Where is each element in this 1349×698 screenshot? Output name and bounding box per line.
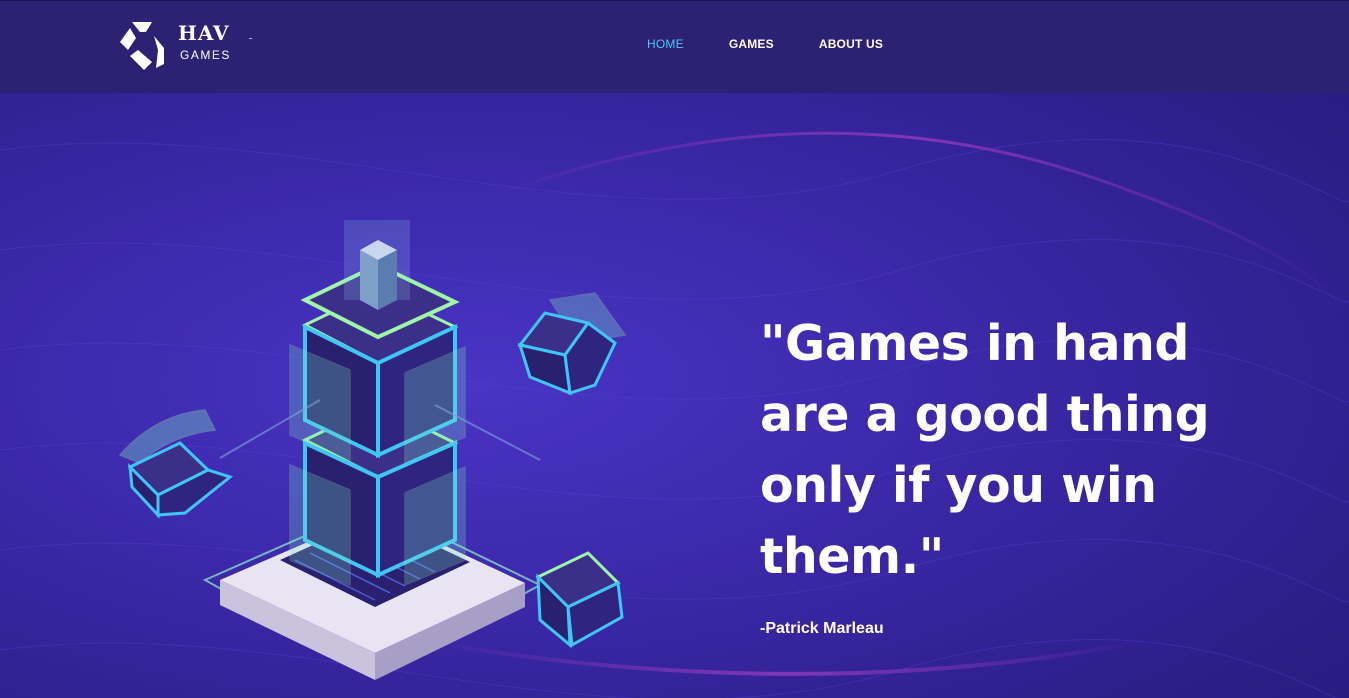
nav-home[interactable]: HOME [647,37,684,51]
site-header: HAV GAMES HOME GAMES ABOUT US [0,0,1349,93]
logo-dot [249,38,252,39]
floating-cube-right-top [517,292,627,396]
page: HAV GAMES HOME GAMES ABOUT US "Games in … [0,0,1349,698]
floating-cube-right-bottom [535,551,624,649]
logo-mark-icon [120,22,164,70]
brand-subtitle: GAMES [180,48,231,62]
hero-quote-author: -Patrick Marleau [760,620,884,637]
floating-cube-left [118,409,234,519]
isometric-tower-illustration [118,220,627,680]
main-nav: HOME GAMES ABOUT US [647,37,883,51]
brand-name: HAV [178,21,230,45]
brand-logo[interactable]: HAV GAMES [118,18,258,72]
nav-games[interactable]: GAMES [729,37,774,51]
hero-quote: "Games in hand are a good thing only if … [760,315,1210,585]
nav-about-us[interactable]: ABOUT US [819,37,883,51]
